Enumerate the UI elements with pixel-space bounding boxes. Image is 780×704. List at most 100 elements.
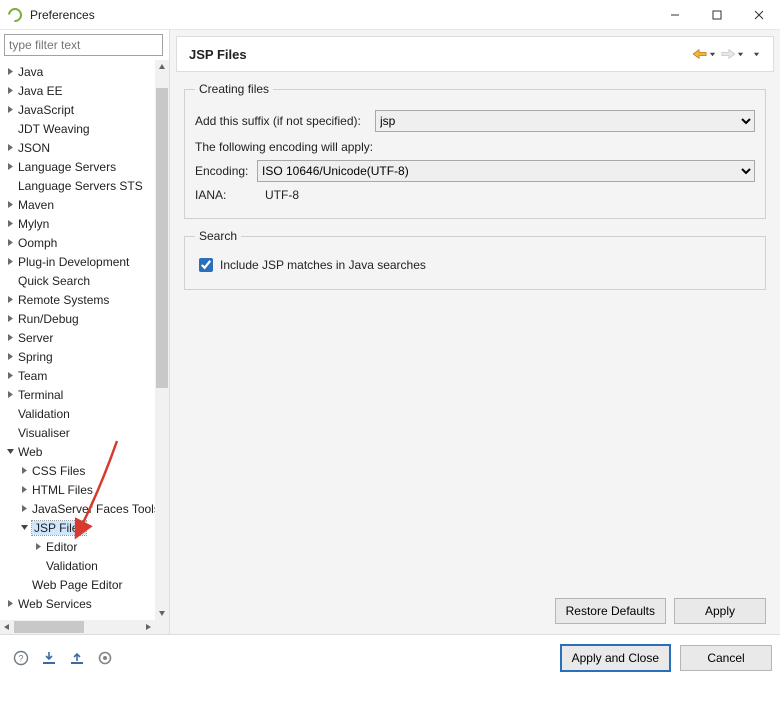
apply-and-close-button[interactable]: Apply and Close — [561, 645, 670, 671]
tree-item[interactable]: JSON — [0, 138, 155, 157]
disclosure-triangle-icon[interactable] — [4, 142, 16, 154]
tree-item[interactable]: Language Servers STS — [0, 176, 155, 195]
tree-item[interactable]: Terminal — [0, 385, 155, 404]
tree-item[interactable]: JavaScript — [0, 100, 155, 119]
maximize-button[interactable] — [696, 0, 738, 29]
include-jsp-checkbox[interactable] — [199, 258, 213, 272]
minimize-button[interactable] — [654, 0, 696, 29]
disclosure-triangle-icon[interactable] — [4, 332, 16, 344]
page-content: Creating files Add this suffix (if not s… — [170, 72, 780, 592]
oomph-icon[interactable] — [96, 649, 114, 667]
tree-item[interactable]: Web Services — [0, 594, 155, 613]
tree-spacer — [4, 180, 16, 192]
disclosure-triangle-icon[interactable] — [4, 199, 16, 211]
tree-item[interactable]: Validation — [0, 556, 155, 575]
tree-item[interactable]: Web Page Editor — [0, 575, 155, 594]
tree-item[interactable]: Run/Debug — [0, 309, 155, 328]
tree-item[interactable]: Plug-in Development — [0, 252, 155, 271]
tree-item[interactable]: Java EE — [0, 81, 155, 100]
tree-item[interactable]: Web — [0, 442, 155, 461]
import-icon[interactable] — [40, 649, 58, 667]
disclosure-triangle-icon[interactable] — [18, 522, 30, 534]
tree-item[interactable]: CSS Files — [0, 461, 155, 480]
tree-item-label: Language Servers STS — [18, 179, 143, 193]
disclosure-triangle-icon[interactable] — [4, 313, 16, 325]
tree-item[interactable]: JavaServer Faces Tools — [0, 499, 155, 518]
encoding-select[interactable]: ISO 10646/Unicode(UTF-8) — [257, 160, 755, 182]
restore-defaults-button[interactable]: Restore Defaults — [555, 598, 666, 624]
disclosure-triangle-icon[interactable] — [4, 351, 16, 363]
iana-row: IANA: UTF-8 — [195, 188, 755, 202]
page-header: JSP Files — [176, 36, 774, 72]
suffix-select[interactable]: jsp — [375, 110, 755, 132]
tree-item[interactable]: JDT Weaving — [0, 119, 155, 138]
include-jsp-checkbox-row[interactable]: Include JSP matches in Java searches — [195, 255, 755, 275]
disclosure-triangle-icon[interactable] — [4, 218, 16, 230]
disclosure-triangle-icon[interactable] — [4, 446, 16, 458]
disclosure-triangle-icon[interactable] — [4, 237, 16, 249]
disclosure-triangle-icon[interactable] — [4, 256, 16, 268]
tree-item-label: Mylyn — [18, 217, 49, 231]
cancel-button[interactable]: Cancel — [680, 645, 772, 671]
tree-item[interactable]: Quick Search — [0, 271, 155, 290]
back-button[interactable] — [693, 48, 707, 60]
preferences-tree[interactable]: JavaJava EEJavaScriptJDT WeavingJSONLang… — [0, 60, 155, 620]
tree-item[interactable]: Java — [0, 62, 155, 81]
disclosure-triangle-icon[interactable] — [32, 541, 44, 553]
creating-files-group: Creating files Add this suffix (if not s… — [184, 82, 766, 219]
tree-item-label: Web — [18, 445, 42, 459]
view-menu[interactable] — [751, 51, 761, 58]
vscroll-thumb[interactable] — [156, 88, 168, 388]
help-icon[interactable]: ? — [12, 649, 30, 667]
tree-item[interactable]: Remote Systems — [0, 290, 155, 309]
tree-item-label: Oomph — [18, 236, 57, 250]
disclosure-triangle-icon[interactable] — [18, 503, 30, 515]
back-menu[interactable] — [707, 51, 717, 58]
forward-menu[interactable] — [735, 51, 745, 58]
disclosure-triangle-icon[interactable] — [4, 294, 16, 306]
tree-item-label: CSS Files — [32, 464, 85, 478]
tree-item[interactable]: Maven — [0, 195, 155, 214]
vertical-scrollbar[interactable] — [155, 60, 169, 620]
tree-item-label: JavaServer Faces Tools — [32, 502, 155, 516]
tree-item-label: Run/Debug — [18, 312, 79, 326]
tree-item[interactable]: Language Servers — [0, 157, 155, 176]
tree-spacer — [18, 579, 30, 591]
tree-item-label: JavaScript — [18, 103, 74, 117]
export-icon[interactable] — [68, 649, 86, 667]
disclosure-triangle-icon[interactable] — [4, 370, 16, 382]
encoding-label: Encoding: — [195, 164, 257, 178]
suffix-row: Add this suffix (if not specified): jsp — [195, 110, 755, 132]
close-button[interactable] — [738, 0, 780, 29]
disclosure-triangle-icon[interactable] — [4, 389, 16, 401]
tree-item[interactable]: Editor — [0, 537, 155, 556]
disclosure-triangle-icon[interactable] — [18, 465, 30, 477]
disclosure-triangle-icon[interactable] — [4, 85, 16, 97]
tree-container: JavaJava EEJavaScriptJDT WeavingJSONLang… — [0, 60, 169, 634]
tree-item[interactable]: Server — [0, 328, 155, 347]
disclosure-triangle-icon[interactable] — [4, 104, 16, 116]
tree-spacer — [4, 408, 16, 420]
disclosure-triangle-icon[interactable] — [4, 598, 16, 610]
disclosure-triangle-icon[interactable] — [4, 66, 16, 78]
horizontal-scrollbar[interactable] — [0, 620, 155, 634]
forward-button[interactable] — [721, 48, 735, 60]
tree-item[interactable]: HTML Files — [0, 480, 155, 499]
tree-item[interactable]: JSP Files — [0, 518, 155, 537]
apply-button[interactable]: Apply — [674, 598, 766, 624]
tree-spacer — [4, 123, 16, 135]
title-bar: Preferences — [0, 0, 780, 30]
hscroll-thumb[interactable] — [14, 621, 84, 633]
tree-item[interactable]: Team — [0, 366, 155, 385]
tree-item-label: Visualiser — [18, 426, 70, 440]
filter-input[interactable] — [4, 34, 163, 56]
tree-item[interactable]: Oomph — [0, 233, 155, 252]
tree-spacer — [32, 560, 44, 572]
disclosure-triangle-icon[interactable] — [18, 484, 30, 496]
disclosure-triangle-icon[interactable] — [4, 161, 16, 173]
tree-item[interactable]: Validation — [0, 404, 155, 423]
tree-item[interactable]: Spring — [0, 347, 155, 366]
tree-item-label: Java EE — [18, 84, 63, 98]
tree-item[interactable]: Mylyn — [0, 214, 155, 233]
tree-item[interactable]: Visualiser — [0, 423, 155, 442]
